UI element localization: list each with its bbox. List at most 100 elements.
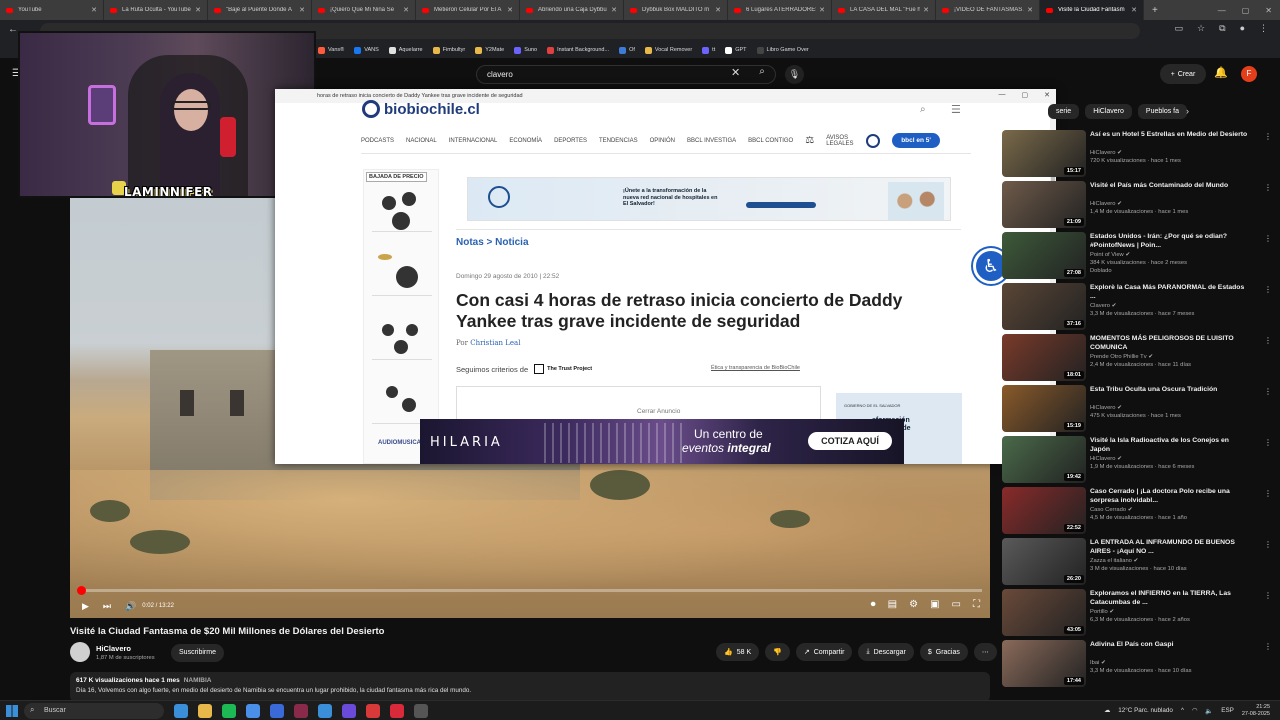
biobiochile-logo[interactable]: biobiochile.cl (362, 100, 480, 118)
channel-avatar[interactable] (70, 642, 90, 662)
recommended-video[interactable]: 15:19 Esta Tribu Oculta una Oscura Tradic… (1002, 385, 1274, 433)
recommended-video-title[interactable]: Caso Cerrado | ¡La doctora Polo recibe u… (1090, 487, 1250, 505)
video-thumbnail[interactable]: 18:01 (1002, 334, 1086, 381)
recommended-video-title[interactable]: Estados Unidos - Irán: ¿Por qué se odian… (1090, 232, 1250, 250)
browser-tab[interactable]: La Ruta Oculta - YouTube ✕ (104, 0, 208, 20)
browser-tab[interactable]: Metieron Celular Por El A ✕ (416, 0, 520, 20)
video-thumbnail[interactable]: 37:16 (1002, 283, 1086, 330)
video-thumbnail[interactable]: 26:20 (1002, 538, 1086, 585)
recommended-channel[interactable]: Ibai ✔ (1090, 660, 1250, 666)
nav-internacional[interactable]: INTERNACIONAL (449, 138, 498, 144)
taskbar-clock[interactable]: 21:25 27-08-2025 (1242, 704, 1270, 717)
nav-nacional[interactable]: NACIONAL (406, 138, 437, 144)
language-indicator[interactable]: ESP (1221, 707, 1234, 714)
bookmark-item[interactable]: Vans® (318, 46, 344, 54)
recommended-channel[interactable]: Prende Otro Phillie Tv ✔ (1090, 354, 1250, 360)
location-tag[interactable]: NAMIBIA (184, 677, 212, 684)
recommended-video-title[interactable]: Así es un Hotel 5 Estrellas en Medio del… (1090, 130, 1250, 139)
breadcrumb[interactable]: Notas > Noticia (456, 237, 529, 248)
chip-pueblos[interactable]: Pueblos fa (1137, 104, 1188, 119)
fullscreen-icon[interactable]: ⛶ (973, 599, 980, 610)
video-thumbnail[interactable]: 21:09 (1002, 181, 1086, 228)
recommended-video[interactable]: 21:09 Visité el País más Contaminado del … (1002, 181, 1274, 229)
bookmark-item[interactable]: Instant Background... (547, 46, 609, 54)
tab-close-icon[interactable]: ✕ (819, 6, 825, 14)
recommended-video[interactable]: 22:52 Caso Cerrado | ¡La doctora Polo rec… (1002, 487, 1274, 535)
nav-bbcl-investiga[interactable]: BBCL INVESTIGA (687, 138, 736, 144)
more-options-icon[interactable]: ⋮ (1264, 132, 1272, 141)
more-options-icon[interactable]: ⋮ (1264, 285, 1272, 294)
taskbar-app-icon[interactable] (414, 704, 428, 718)
video-thumbnail[interactable]: 19:42 (1002, 436, 1086, 483)
taskbar-search[interactable]: ⌕ Buscar (24, 703, 164, 719)
subscribe-button[interactable]: Suscribirme (171, 644, 224, 662)
taskbar-app-icon[interactable] (318, 704, 332, 718)
browser-tab[interactable]: LA CASA DEL MAL "Fue h ✕ (832, 0, 936, 20)
recommended-video-title[interactable]: LA ENTRADA AL INFRAMUNDO DE BUENOS AIRES… (1090, 538, 1250, 556)
more-options-icon[interactable]: ⋮ (1264, 642, 1272, 651)
taskbar-app-icon[interactable] (246, 704, 260, 718)
browser-tab[interactable]: 6 Lugares ATERRADORES ✕ (728, 0, 832, 20)
tab-close-icon[interactable]: ✕ (403, 6, 409, 14)
bookmark-item[interactable]: Suno (514, 46, 537, 54)
close-ad-button[interactable]: Cerrar Anuncio (637, 408, 680, 415)
tab-close-icon[interactable]: ✕ (299, 6, 305, 14)
video-thumbnail[interactable]: 43:05 (1002, 589, 1086, 636)
recommended-video-title[interactable]: Esta Tribu Oculta una Oscura Tradición (1090, 385, 1250, 394)
popup-close-icon[interactable]: ✕ (1044, 91, 1050, 99)
nav-podcasts[interactable]: PODCASTS (361, 138, 394, 144)
theater-mode-icon[interactable]: ▭ (952, 599, 961, 610)
autoplay-toggle-icon[interactable]: ⏺ (871, 599, 876, 610)
chevron-right-icon[interactable]: › (1186, 106, 1189, 116)
windows-start-icon[interactable] (6, 705, 18, 717)
video-thumbnail[interactable]: 22:52 (1002, 487, 1086, 534)
recommended-video[interactable]: 26:20 LA ENTRADA AL INFRAMUNDO DE BUENOS … (1002, 538, 1274, 586)
wifi-icon[interactable]: ◠ (1192, 707, 1198, 714)
bookmark-item[interactable]: GPT (725, 46, 747, 54)
more-options-icon[interactable]: ⋮ (1264, 540, 1272, 549)
taskbar-app-icon[interactable] (342, 704, 356, 718)
play-icon[interactable]: ▶ (82, 601, 89, 612)
bookmark-item[interactable]: Libro Game Over (756, 46, 809, 54)
profile-icon[interactable]: ● (1240, 23, 1245, 34)
recommended-channel[interactable]: HiClavero ✔ (1090, 150, 1250, 156)
chip-serie[interactable]: serie (1048, 104, 1080, 119)
taskbar-app-icon[interactable] (222, 704, 236, 718)
search-icon[interactable]: ⌕ (750, 66, 774, 82)
more-options-icon[interactable]: ⋮ (1264, 336, 1272, 345)
more-options-icon[interactable]: ⋮ (1264, 489, 1272, 498)
account-avatar[interactable]: F (1241, 66, 1257, 82)
recommended-channel[interactable]: HiClavero ✔ (1090, 456, 1250, 462)
settings-gear-icon[interactable]: ⚙ (909, 599, 918, 610)
taskbar-app-icon[interactable] (198, 704, 212, 718)
microphone-icon[interactable]: 🎙 (785, 65, 804, 84)
recommended-video[interactable]: 37:16 Explorè la Casa Más PARANORMAL de E… (1002, 283, 1274, 331)
recommended-channel[interactable]: HiClavero ✔ (1090, 201, 1250, 207)
recommended-video-title[interactable]: Visité la Isla Radioactiva de los Conejo… (1090, 436, 1250, 454)
nav-bbcl-contigo[interactable]: BBCL CONTIGO (748, 138, 793, 144)
recommended-channel[interactable]: HiClavero ✔ (1090, 405, 1250, 411)
new-tab-icon[interactable]: + (1152, 5, 1158, 16)
bookmark-item[interactable]: Aquelarre (388, 46, 423, 54)
tab-close-icon[interactable]: ✕ (923, 6, 929, 14)
taskbar-app-icon[interactable] (390, 704, 404, 718)
recommended-channel[interactable]: Portillo ✔ (1090, 609, 1250, 615)
video-thumbnail[interactable]: 27:08 (1002, 232, 1086, 279)
next-icon[interactable]: ⏭ (103, 601, 111, 612)
create-button[interactable]: + Crear (1160, 64, 1206, 84)
video-thumbnail[interactable]: 17:44 (1002, 640, 1086, 687)
browser-tab[interactable]: Visité la Ciudad Fantasm ✕ (1040, 0, 1144, 20)
recommended-video[interactable]: 18:01 MOMENTOS MÁS PELIGROSOS DE LUISITO … (1002, 334, 1274, 382)
bbcl-en-5-button[interactable]: bbcl en 5' (892, 133, 940, 148)
cotiza-aqui-button[interactable]: COTIZA AQUÍ (808, 432, 892, 450)
cast-icon[interactable]: ▭ (1175, 23, 1184, 34)
recommended-channel[interactable]: Caso Cerrado ✔ (1090, 507, 1250, 513)
video-thumbnail[interactable]: 15:19 (1002, 385, 1086, 432)
recommended-video[interactable]: 19:42 Visité la Isla Radioactiva de los C… (1002, 436, 1274, 484)
bookmark-item[interactable]: Y2Mate (475, 46, 504, 54)
nav-deportes[interactable]: DEPORTES (554, 138, 587, 144)
video-description[interactable]: 617 K visualizaciones hace 1 mes NAMIBIA … (70, 672, 990, 702)
recommended-video[interactable]: 15:17 Así es un Hotel 5 Estrellas en Medi… (1002, 130, 1274, 178)
tab-close-icon[interactable]: ✕ (1027, 6, 1033, 14)
tab-close-icon[interactable]: ✕ (507, 6, 513, 14)
